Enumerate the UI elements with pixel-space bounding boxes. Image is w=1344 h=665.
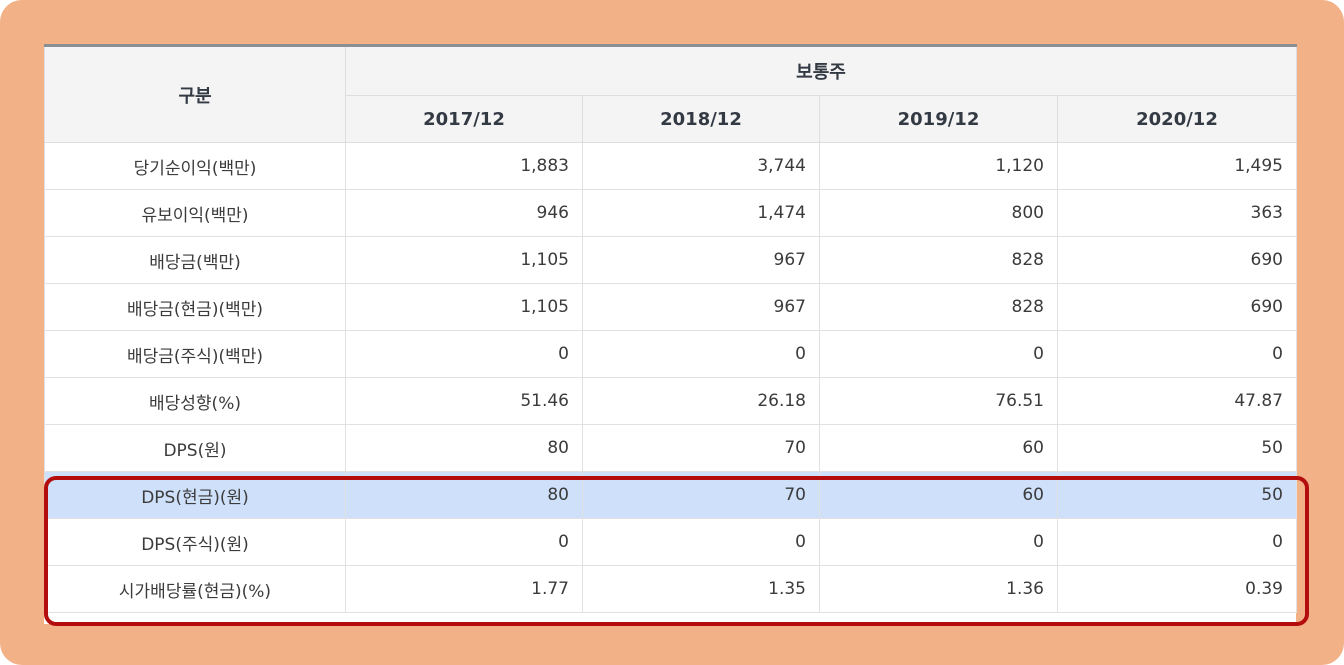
table-cell: 0 <box>345 330 583 378</box>
table-row: 배당성향(%) 51.46 26.18 76.51 47.87 <box>44 377 1297 425</box>
row-label: 배당금(백만) <box>44 236 346 284</box>
table-row: 배당금(주식)(백만) 0 0 0 0 <box>44 330 1297 378</box>
row-label: 배당성향(%) <box>44 377 346 425</box>
dividend-table: 구분 보통주 2017/12 2018/12 2019/12 2020/12 당… <box>44 44 1297 613</box>
table-cell: 0 <box>1057 330 1297 378</box>
row-label: 당기순이익(백만) <box>44 142 346 190</box>
row-label: DPS(현금)(원) <box>44 471 346 519</box>
table-cell: 60 <box>819 471 1058 519</box>
table-cell: 1,495 <box>1057 142 1297 190</box>
table-cell: 70 <box>582 424 820 472</box>
table-cell: 946 <box>345 189 583 237</box>
table-cell: 1,474 <box>582 189 820 237</box>
table-cell: 0 <box>345 518 583 566</box>
table-cell: 1,120 <box>819 142 1058 190</box>
table-cell: 0.39 <box>1057 565 1297 613</box>
table-cell: 50 <box>1057 471 1297 519</box>
table-cell: 51.46 <box>345 377 583 425</box>
table-cell: 0 <box>582 518 820 566</box>
table-cell: 0 <box>582 330 820 378</box>
table-row: 배당금(현금)(백만) 1,105 967 828 690 <box>44 283 1297 331</box>
table-cell: 70 <box>582 471 820 519</box>
table-cell: 828 <box>819 236 1058 284</box>
table-cell: 1.36 <box>819 565 1058 613</box>
dividend-table-panel: 구분 보통주 2017/12 2018/12 2019/12 2020/12 당… <box>44 44 1297 624</box>
common-stock-header: 보통주 <box>345 45 1297 96</box>
table-cell: 0 <box>819 518 1058 566</box>
table-cell: 50 <box>1057 424 1297 472</box>
table-row: 시가배당률(현금)(%) 1.77 1.35 1.36 0.39 <box>44 565 1297 613</box>
table-cell: 47.87 <box>1057 377 1297 425</box>
table-cell: 828 <box>819 283 1058 331</box>
table-cell: 0 <box>1057 518 1297 566</box>
table-row: 배당금(백만) 1,105 967 828 690 <box>44 236 1297 284</box>
table-cell: 1,883 <box>345 142 583 190</box>
year-header: 2020/12 <box>1057 95 1297 143</box>
table-row: DPS(원) 80 70 60 50 <box>44 424 1297 472</box>
table-cell: 690 <box>1057 236 1297 284</box>
table-cell: 967 <box>582 283 820 331</box>
table-cell: 80 <box>345 471 583 519</box>
category-header: 구분 <box>44 45 346 143</box>
table-cell: 3,744 <box>582 142 820 190</box>
row-label: DPS(주식)(원) <box>44 518 346 566</box>
table-row: 유보이익(백만) 946 1,474 800 363 <box>44 189 1297 237</box>
table-cell: 60 <box>819 424 1058 472</box>
table-cell: 800 <box>819 189 1058 237</box>
table-row: DPS(주식)(원) 0 0 0 0 <box>44 518 1297 566</box>
table-row: 당기순이익(백만) 1,883 3,744 1,120 1,495 <box>44 142 1297 190</box>
table-cell: 80 <box>345 424 583 472</box>
row-label: 배당금(현금)(백만) <box>44 283 346 331</box>
table-cell: 1,105 <box>345 236 583 284</box>
table-cell: 76.51 <box>819 377 1058 425</box>
row-label: 시가배당률(현금)(%) <box>44 565 346 613</box>
table-cell: 1.35 <box>582 565 820 613</box>
row-label: DPS(원) <box>44 424 346 472</box>
table-cell: 1.77 <box>345 565 583 613</box>
year-header: 2018/12 <box>582 95 820 143</box>
table-cell: 690 <box>1057 283 1297 331</box>
table-cell: 967 <box>582 236 820 284</box>
table-cell: 26.18 <box>582 377 820 425</box>
row-label: 유보이익(백만) <box>44 189 346 237</box>
year-header: 2017/12 <box>345 95 583 143</box>
row-label: 배당금(주식)(백만) <box>44 330 346 378</box>
year-header: 2019/12 <box>819 95 1058 143</box>
table-row-highlighted: DPS(현금)(원) 80 70 60 50 <box>44 471 1297 519</box>
table-cell: 1,105 <box>345 283 583 331</box>
table-cell: 0 <box>819 330 1058 378</box>
table-cell: 363 <box>1057 189 1297 237</box>
